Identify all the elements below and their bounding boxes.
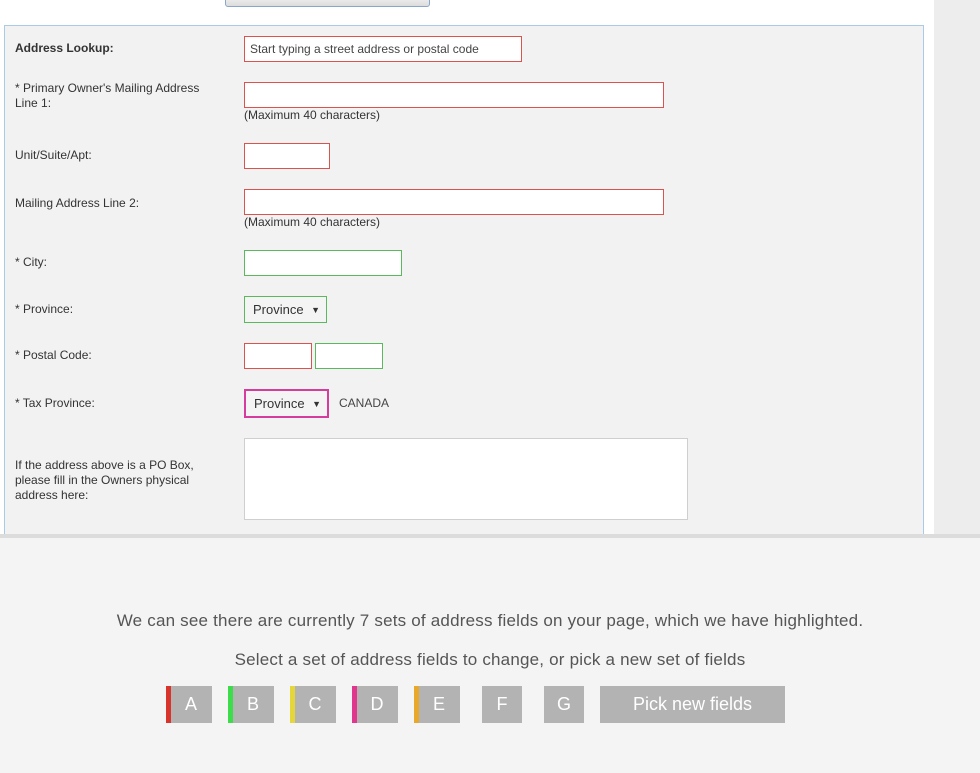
scrollbar-track[interactable]: [934, 0, 980, 534]
unit-label: Unit/Suite/Apt:: [15, 148, 92, 162]
province-label: * Province:: [15, 302, 74, 316]
line2-input[interactable]: [244, 189, 664, 215]
line2-label: Mailing Address Line 2:: [15, 196, 140, 210]
postal-code-label: * Postal Code:: [15, 348, 92, 362]
set-button-c[interactable]: C: [290, 686, 336, 723]
set-button-label: G: [556, 694, 571, 714]
city-label: * City:: [15, 255, 48, 269]
set-button-e[interactable]: E: [414, 686, 460, 723]
unit-input[interactable]: [244, 143, 330, 169]
set-color-bar: [228, 686, 233, 723]
instruction-message: Select a set of address fields to change…: [234, 650, 746, 669]
address-set-picker: We can see there are currently 7 sets of…: [0, 534, 980, 773]
city-input[interactable]: [244, 250, 402, 276]
set-button-label: E: [432, 694, 445, 714]
set-button-b[interactable]: B: [228, 686, 274, 723]
set-button-label: D: [370, 694, 384, 714]
pick-new-fields-button[interactable]: Pick new fields: [600, 686, 785, 723]
country-text: CANADA: [339, 396, 390, 410]
line1-input[interactable]: [244, 82, 664, 108]
set-button-label: B: [246, 694, 259, 714]
tax-province-select-value: Province: [254, 396, 305, 411]
set-color-bar: [290, 686, 295, 723]
po-box-label: If the address above is a PO Box, please…: [15, 458, 194, 502]
set-button-g[interactable]: G: [544, 686, 584, 723]
line1-hint: (Maximum 40 characters): [244, 108, 381, 122]
set-button-a[interactable]: A: [166, 686, 212, 723]
top-button[interactable]: [225, 0, 430, 7]
chevron-down-icon: ▼: [312, 398, 321, 409]
set-button-d[interactable]: D: [352, 686, 398, 723]
tax-province-select[interactable]: Province ▼: [244, 389, 329, 418]
detection-message: We can see there are currently 7 sets of…: [116, 611, 864, 630]
physical-address-textarea[interactable]: [244, 438, 688, 520]
set-color-bar: [166, 686, 171, 723]
set-button-f[interactable]: F: [482, 686, 522, 723]
set-button-label: C: [308, 694, 322, 714]
line1-label: * Primary Owner's Mailing Address Line 1…: [15, 81, 200, 110]
set-button-label: F: [496, 694, 508, 714]
address-lookup-label: Address Lookup:: [15, 41, 114, 55]
province-select[interactable]: Province ▼: [244, 296, 327, 323]
postal-code-first-input[interactable]: [244, 343, 312, 369]
postal-code-second-input[interactable]: [315, 343, 383, 369]
set-color-bar: [414, 686, 419, 723]
chevron-down-icon: ▼: [311, 304, 320, 315]
line2-hint: (Maximum 40 characters): [244, 215, 381, 229]
set-button-label: A: [184, 694, 197, 714]
address-lookup-input[interactable]: Start typing a street address or postal …: [244, 36, 522, 62]
province-select-value: Province: [253, 302, 304, 317]
address-form-panel: Address Lookup: Start typing a street ad…: [4, 25, 924, 537]
tax-province-label: * Tax Province:: [15, 396, 95, 410]
set-color-bar: [352, 686, 357, 723]
